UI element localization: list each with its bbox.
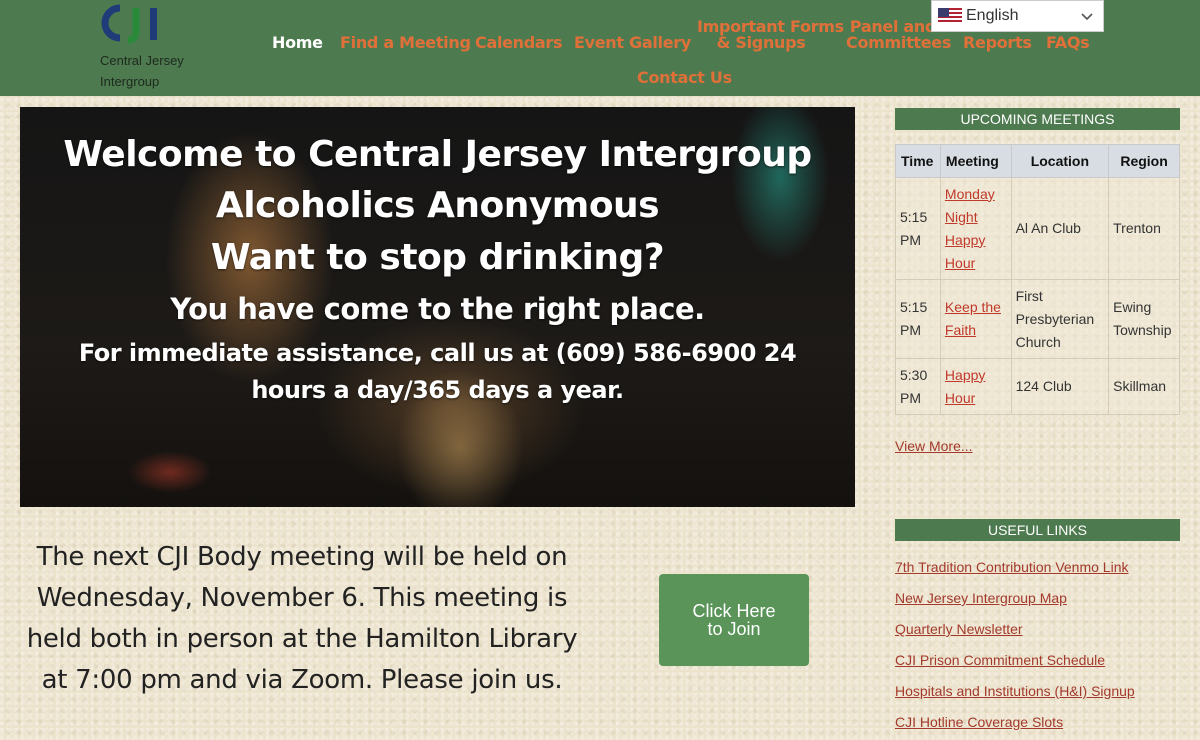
hero-subtitle: Alcoholics Anonymous bbox=[215, 185, 660, 226]
logo-text: Central Jersey Intergroup bbox=[100, 53, 184, 89]
hotline-slots-link[interactable]: CJI Hotline Coverage Slots bbox=[895, 714, 1063, 730]
time-cell: 5:15 PM bbox=[895, 177, 941, 280]
nav-home[interactable]: Home bbox=[272, 35, 323, 51]
nav-contact-us[interactable]: Contact Us bbox=[637, 70, 732, 86]
site-header: Central Jersey Intergroup Home Find a Me… bbox=[0, 0, 1200, 96]
time-cell: 5:15 PM bbox=[895, 279, 941, 359]
meeting-link[interactable]: Monday Night Happy Hour bbox=[945, 186, 995, 271]
nav-important-forms[interactable]: Important Forms & Signups bbox=[697, 19, 844, 51]
region-cell: Skillman bbox=[1108, 358, 1180, 415]
hero-banner: Welcome to Central Jersey Intergroup Alc… bbox=[20, 107, 855, 507]
nav-faqs[interactable]: FAQs bbox=[1046, 35, 1090, 51]
newsletter-link[interactable]: Quarterly Newsletter bbox=[895, 621, 1023, 637]
col-region: Region bbox=[1108, 144, 1180, 178]
location-cell: First Presbyterian Church bbox=[1010, 279, 1110, 359]
region-cell: Ewing Township bbox=[1108, 279, 1180, 359]
table-row: 5:15 PM Monday Night Happy Hour Al An Cl… bbox=[895, 177, 1180, 280]
cji-logo-icon bbox=[101, 4, 157, 44]
col-location: Location bbox=[1010, 144, 1110, 178]
nav-event-gallery[interactable]: Event Gallery bbox=[574, 35, 691, 51]
venmo-link[interactable]: 7th Tradition Contribution Venmo Link bbox=[895, 559, 1128, 575]
nj-intergroup-map-link[interactable]: New Jersey Intergroup Map bbox=[895, 590, 1067, 606]
meeting-link[interactable]: Keep the Faith bbox=[945, 299, 1001, 338]
hero-title: Welcome to Central Jersey Intergroup bbox=[63, 134, 812, 175]
list-item: Hospitals and Institutions (H&I) Signup bbox=[895, 683, 1135, 714]
hi-signup-link[interactable]: Hospitals and Institutions (H&I) Signup bbox=[895, 683, 1135, 699]
hero-hotline: For immediate assistance, call us at (60… bbox=[78, 339, 797, 404]
list-item: Quarterly Newsletter bbox=[895, 621, 1135, 652]
nav-panel-committees[interactable]: Panel and Committees bbox=[846, 19, 951, 51]
prison-schedule-link[interactable]: CJI Prison Commitment Schedule bbox=[895, 652, 1105, 668]
list-item: 7th Tradition Contribution Venmo Link bbox=[895, 559, 1135, 590]
nav-reports[interactable]: Reports bbox=[963, 35, 1032, 51]
region-cell: Trenton bbox=[1108, 177, 1180, 280]
table-header-row: Time Meeting Location Region bbox=[895, 144, 1180, 178]
meeting-cell: Happy Hour bbox=[939, 358, 1012, 415]
upcoming-meetings-table: Time Meeting Location Region 5:15 PM Mon… bbox=[895, 144, 1180, 415]
body-meeting-announcement: The next CJI Body meeting will be held o… bbox=[26, 542, 578, 695]
view-more-link[interactable]: View More... bbox=[895, 438, 973, 454]
list-item: CJI Hotline Coverage Slots bbox=[895, 714, 1135, 740]
meeting-link[interactable]: Happy Hour bbox=[945, 367, 985, 406]
col-meeting: Meeting bbox=[939, 144, 1012, 178]
table-row: 5:30 PM Happy Hour 124 Club Skillman bbox=[895, 358, 1180, 415]
col-time: Time bbox=[895, 144, 941, 178]
language-select[interactable]: English bbox=[931, 0, 1104, 32]
upcoming-meetings-heading: UPCOMING MEETINGS bbox=[895, 108, 1180, 130]
nav-calendars[interactable]: Calendars bbox=[475, 35, 563, 51]
nav-find-a-meeting[interactable]: Find a Meeting bbox=[340, 35, 471, 51]
location-cell: 124 Club bbox=[1010, 358, 1110, 415]
list-item: New Jersey Intergroup Map bbox=[895, 590, 1135, 621]
join-meeting-button[interactable]: Click Here to Join bbox=[659, 574, 809, 666]
hero-tagline: You have come to the right place. bbox=[170, 292, 705, 326]
chevron-down-icon bbox=[1081, 13, 1093, 21]
time-cell: 5:30 PM bbox=[895, 358, 941, 415]
useful-links-list: 7th Tradition Contribution Venmo Link Ne… bbox=[895, 559, 1135, 740]
table-row: 5:15 PM Keep the Faith First Presbyteria… bbox=[895, 279, 1180, 359]
meeting-cell: Monday Night Happy Hour bbox=[939, 177, 1012, 280]
hero-question: Want to stop drinking? bbox=[210, 237, 665, 278]
meeting-cell: Keep the Faith bbox=[939, 279, 1012, 359]
location-cell: Al An Club bbox=[1010, 177, 1110, 280]
language-label: English bbox=[966, 7, 1019, 24]
useful-links-heading: USEFUL LINKS bbox=[895, 519, 1180, 541]
us-flag-icon bbox=[938, 8, 962, 24]
list-item: CJI Prison Commitment Schedule bbox=[895, 652, 1135, 683]
site-logo[interactable]: Central Jersey Intergroup bbox=[100, 4, 210, 90]
